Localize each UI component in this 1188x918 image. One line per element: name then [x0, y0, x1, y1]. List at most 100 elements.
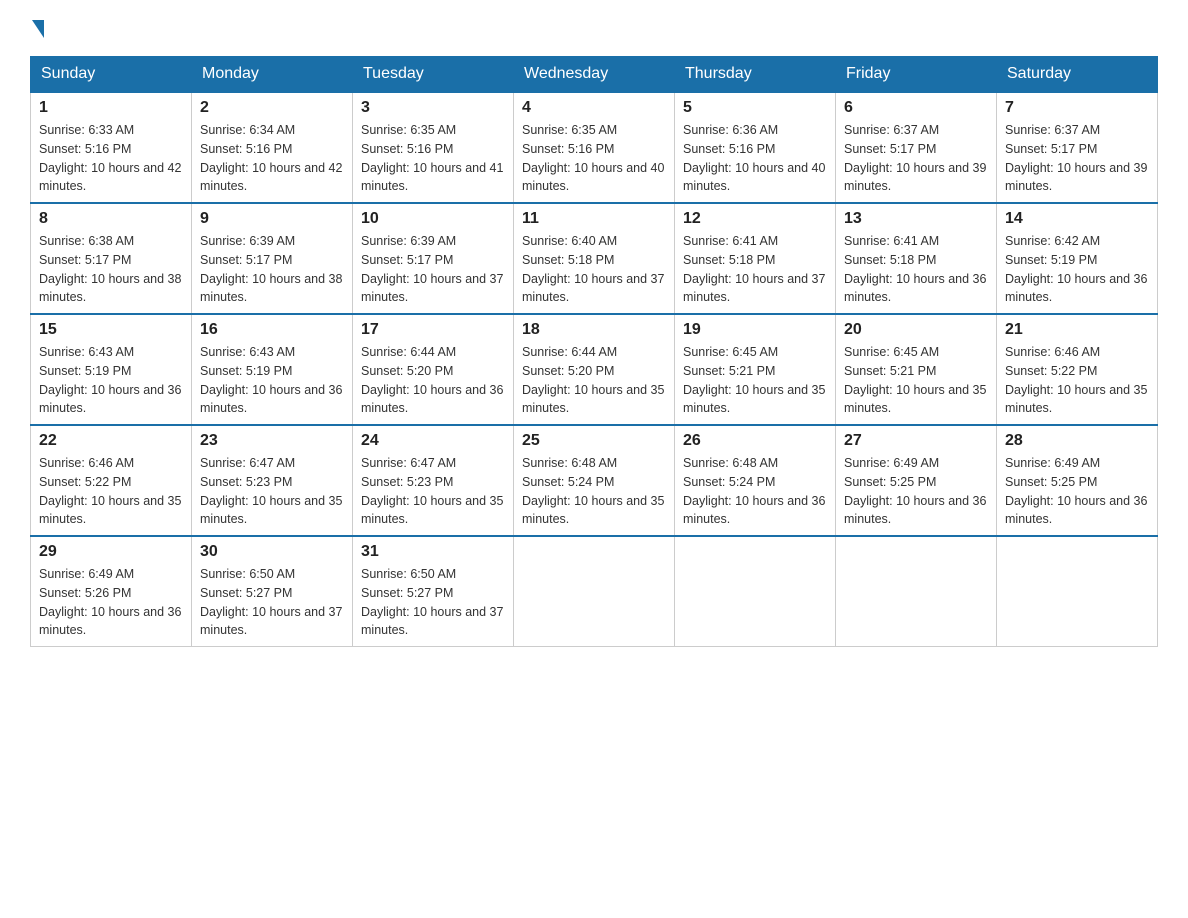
- day-info: Sunrise: 6:50 AMSunset: 5:27 PMDaylight:…: [200, 565, 344, 640]
- day-number: 1: [39, 99, 183, 117]
- day-info: Sunrise: 6:35 AMSunset: 5:16 PMDaylight:…: [522, 121, 666, 196]
- calendar-cell: [997, 536, 1158, 647]
- calendar-cell: 16Sunrise: 6:43 AMSunset: 5:19 PMDayligh…: [192, 314, 353, 425]
- calendar-cell: 17 Sunrise: 6:44 AMSunset: 5:20 PMDayligh…: [353, 314, 514, 425]
- day-info: Sunrise: 6:37 AMSunset: 5:17 PMDaylight:…: [1005, 121, 1149, 196]
- calendar-cell: 29 Sunrise: 6:49 AMSunset: 5:26 PMDayligh…: [31, 536, 192, 647]
- day-info: Sunrise: 6:49 AMSunset: 5:26 PMDaylight:…: [39, 565, 183, 640]
- day-number: 27: [844, 432, 988, 450]
- calendar-cell: 6Sunrise: 6:37 AMSunset: 5:17 PMDaylight…: [836, 92, 997, 203]
- day-number: 30: [200, 543, 344, 561]
- day-number: 7: [1005, 99, 1149, 117]
- day-number: 12: [683, 210, 827, 228]
- day-number: 16: [200, 321, 344, 339]
- calendar-cell: [836, 536, 997, 647]
- calendar-week-row: 29 Sunrise: 6:49 AMSunset: 5:26 PMDayligh…: [31, 536, 1158, 647]
- day-info: Sunrise: 6:35 AMSunset: 5:16 PMDaylight:…: [361, 121, 505, 196]
- day-info: Sunrise: 6:44 AMSunset: 5:20 PMDaylight:…: [361, 343, 505, 418]
- calendar-cell: 14 Sunrise: 6:42 AMSunset: 5:19 PMDayligh…: [997, 203, 1158, 314]
- calendar-cell: 2 Sunrise: 6:34 AMSunset: 5:16 PMDaylight…: [192, 92, 353, 203]
- day-number: 23: [200, 432, 344, 450]
- day-number: 3: [361, 99, 505, 117]
- day-info: Sunrise: 6:34 AMSunset: 5:16 PMDaylight:…: [200, 121, 344, 196]
- day-info: Sunrise: 6:44 AMSunset: 5:20 PMDaylight:…: [522, 343, 666, 418]
- calendar-cell: 10Sunrise: 6:39 AMSunset: 5:17 PMDayligh…: [353, 203, 514, 314]
- day-number: 18: [522, 321, 666, 339]
- day-number: 10: [361, 210, 505, 228]
- calendar-cell: 23 Sunrise: 6:47 AMSunset: 5:23 PMDayligh…: [192, 425, 353, 536]
- calendar-week-row: 15 Sunrise: 6:43 AMSunset: 5:19 PMDayligh…: [31, 314, 1158, 425]
- calendar-cell: 9Sunrise: 6:39 AMSunset: 5:17 PMDaylight…: [192, 203, 353, 314]
- day-number: 29: [39, 543, 183, 561]
- col-header-friday: Friday: [836, 57, 997, 93]
- col-header-saturday: Saturday: [997, 57, 1158, 93]
- calendar-cell: 15 Sunrise: 6:43 AMSunset: 5:19 PMDayligh…: [31, 314, 192, 425]
- calendar-cell: 26 Sunrise: 6:48 AMSunset: 5:24 PMDayligh…: [675, 425, 836, 536]
- day-info: Sunrise: 6:50 AMSunset: 5:27 PMDaylight:…: [361, 565, 505, 640]
- day-number: 19: [683, 321, 827, 339]
- day-info: Sunrise: 6:41 AMSunset: 5:18 PMDaylight:…: [844, 232, 988, 307]
- day-info: Sunrise: 6:36 AMSunset: 5:16 PMDaylight:…: [683, 121, 827, 196]
- calendar-week-row: 1Sunrise: 6:33 AMSunset: 5:16 PMDaylight…: [31, 92, 1158, 203]
- day-number: 4: [522, 99, 666, 117]
- logo-arrow-icon: [32, 20, 44, 38]
- day-info: Sunrise: 6:46 AMSunset: 5:22 PMDaylight:…: [1005, 343, 1149, 418]
- day-number: 13: [844, 210, 988, 228]
- day-info: Sunrise: 6:42 AMSunset: 5:19 PMDaylight:…: [1005, 232, 1149, 307]
- day-info: Sunrise: 6:49 AMSunset: 5:25 PMDaylight:…: [1005, 454, 1149, 529]
- calendar-cell: 18 Sunrise: 6:44 AMSunset: 5:20 PMDayligh…: [514, 314, 675, 425]
- col-header-tuesday: Tuesday: [353, 57, 514, 93]
- calendar-cell: 13 Sunrise: 6:41 AMSunset: 5:18 PMDayligh…: [836, 203, 997, 314]
- logo: [30, 20, 46, 38]
- calendar-cell: 19 Sunrise: 6:45 AMSunset: 5:21 PMDayligh…: [675, 314, 836, 425]
- day-info: Sunrise: 6:45 AMSunset: 5:21 PMDaylight:…: [844, 343, 988, 418]
- day-number: 25: [522, 432, 666, 450]
- calendar-cell: 28 Sunrise: 6:49 AMSunset: 5:25 PMDayligh…: [997, 425, 1158, 536]
- day-number: 2: [200, 99, 344, 117]
- calendar-cell: 1Sunrise: 6:33 AMSunset: 5:16 PMDaylight…: [31, 92, 192, 203]
- day-number: 22: [39, 432, 183, 450]
- day-info: Sunrise: 6:48 AMSunset: 5:24 PMDaylight:…: [683, 454, 827, 529]
- col-header-thursday: Thursday: [675, 57, 836, 93]
- calendar-cell: 7 Sunrise: 6:37 AMSunset: 5:17 PMDaylight…: [997, 92, 1158, 203]
- day-info: Sunrise: 6:48 AMSunset: 5:24 PMDaylight:…: [522, 454, 666, 529]
- col-header-wednesday: Wednesday: [514, 57, 675, 93]
- day-number: 9: [200, 210, 344, 228]
- day-info: Sunrise: 6:49 AMSunset: 5:25 PMDaylight:…: [844, 454, 988, 529]
- calendar-cell: 20 Sunrise: 6:45 AMSunset: 5:21 PMDayligh…: [836, 314, 997, 425]
- day-number: 14: [1005, 210, 1149, 228]
- day-number: 28: [1005, 432, 1149, 450]
- calendar-cell: 27 Sunrise: 6:49 AMSunset: 5:25 PMDayligh…: [836, 425, 997, 536]
- day-number: 31: [361, 543, 505, 561]
- calendar-cell: [514, 536, 675, 647]
- col-header-monday: Monday: [192, 57, 353, 93]
- day-number: 20: [844, 321, 988, 339]
- day-info: Sunrise: 6:38 AMSunset: 5:17 PMDaylight:…: [39, 232, 183, 307]
- day-info: Sunrise: 6:43 AMSunset: 5:19 PMDaylight:…: [39, 343, 183, 418]
- calendar-cell: 25 Sunrise: 6:48 AMSunset: 5:24 PMDayligh…: [514, 425, 675, 536]
- day-info: Sunrise: 6:47 AMSunset: 5:23 PMDaylight:…: [200, 454, 344, 529]
- day-info: Sunrise: 6:37 AMSunset: 5:17 PMDaylight:…: [844, 121, 988, 196]
- calendar-cell: 12Sunrise: 6:41 AMSunset: 5:18 PMDayligh…: [675, 203, 836, 314]
- calendar-cell: 31 Sunrise: 6:50 AMSunset: 5:27 PMDayligh…: [353, 536, 514, 647]
- calendar-week-row: 22Sunrise: 6:46 AMSunset: 5:22 PMDayligh…: [31, 425, 1158, 536]
- day-number: 17: [361, 321, 505, 339]
- calendar-table: SundayMondayTuesdayWednesdayThursdayFrid…: [30, 56, 1158, 647]
- day-number: 26: [683, 432, 827, 450]
- day-number: 15: [39, 321, 183, 339]
- day-info: Sunrise: 6:47 AMSunset: 5:23 PMDaylight:…: [361, 454, 505, 529]
- calendar-cell: 8Sunrise: 6:38 AMSunset: 5:17 PMDaylight…: [31, 203, 192, 314]
- calendar-cell: 30 Sunrise: 6:50 AMSunset: 5:27 PMDayligh…: [192, 536, 353, 647]
- day-number: 5: [683, 99, 827, 117]
- calendar-cell: 22Sunrise: 6:46 AMSunset: 5:22 PMDayligh…: [31, 425, 192, 536]
- calendar-cell: 24 Sunrise: 6:47 AMSunset: 5:23 PMDayligh…: [353, 425, 514, 536]
- day-number: 21: [1005, 321, 1149, 339]
- calendar-cell: 21 Sunrise: 6:46 AMSunset: 5:22 PMDayligh…: [997, 314, 1158, 425]
- calendar-cell: 4 Sunrise: 6:35 AMSunset: 5:16 PMDaylight…: [514, 92, 675, 203]
- day-number: 24: [361, 432, 505, 450]
- day-info: Sunrise: 6:45 AMSunset: 5:21 PMDaylight:…: [683, 343, 827, 418]
- calendar-cell: 3 Sunrise: 6:35 AMSunset: 5:16 PMDaylight…: [353, 92, 514, 203]
- calendar-cell: 5 Sunrise: 6:36 AMSunset: 5:16 PMDaylight…: [675, 92, 836, 203]
- calendar-header-row: SundayMondayTuesdayWednesdayThursdayFrid…: [31, 57, 1158, 93]
- page-header: [30, 20, 1158, 38]
